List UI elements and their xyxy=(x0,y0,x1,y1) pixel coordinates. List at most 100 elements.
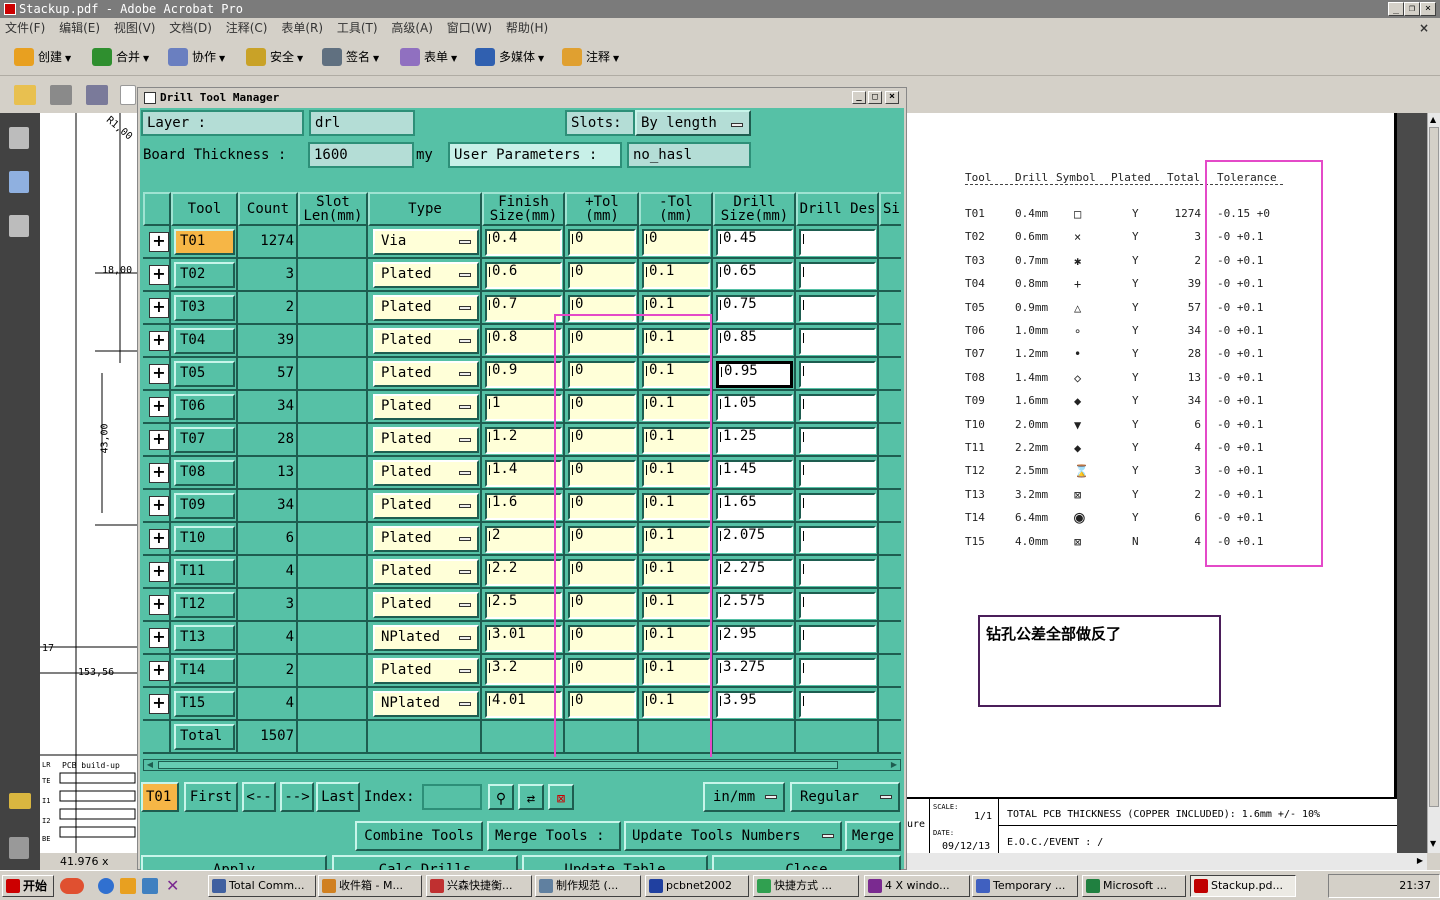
tool-button[interactable]: T15 xyxy=(174,691,235,717)
finish-size-input[interactable]: 1.6 xyxy=(485,493,562,520)
type-dropdown[interactable]: Plated xyxy=(373,427,479,453)
previous-button[interactable]: <-- xyxy=(242,782,276,812)
taskbar-item[interactable]: 4 X windo... xyxy=(864,875,970,897)
slots-dropdown[interactable]: By length xyxy=(635,110,751,136)
first-button[interactable]: First xyxy=(184,782,238,812)
drill-des-input[interactable] xyxy=(799,658,876,685)
drill-des-input[interactable] xyxy=(799,559,876,586)
type-dropdown[interactable]: Plated xyxy=(373,394,479,420)
type-dropdown[interactable]: Plated xyxy=(373,526,479,552)
drill-size-input[interactable]: 0.95 xyxy=(716,361,793,388)
scroll-thumb[interactable] xyxy=(1429,127,1439,807)
board-thickness-input[interactable]: 1600 xyxy=(308,142,414,168)
dialog-close-icon[interactable]: × xyxy=(885,91,899,104)
plus-tol-input[interactable]: 0 xyxy=(568,625,636,652)
expand-icon[interactable]: + xyxy=(149,595,169,615)
next-button[interactable]: --> xyxy=(280,782,314,812)
minus-tol-input[interactable]: 0.1 xyxy=(642,592,710,619)
taskbar-item[interactable]: 兴森快捷衡... xyxy=(426,875,532,897)
open-folder-icon[interactable] xyxy=(14,85,36,105)
type-dropdown[interactable]: NPlated xyxy=(373,691,479,717)
drill-size-input[interactable]: 1.25 xyxy=(716,427,793,454)
attachments-icon[interactable] xyxy=(9,837,29,859)
plus-tol-input[interactable]: 0 xyxy=(568,526,636,553)
dialog-maximize-icon[interactable]: □ xyxy=(868,91,882,104)
header-count[interactable]: Count xyxy=(238,192,298,226)
tool-button[interactable]: T07 xyxy=(174,427,235,453)
expand-icon[interactable]: + xyxy=(149,463,169,483)
restore-icon[interactable]: ❐ xyxy=(1404,2,1420,16)
drill-des-input[interactable] xyxy=(799,460,876,487)
minus-tol-input[interactable]: 0.1 xyxy=(642,658,710,685)
tool-button[interactable]: T02 xyxy=(174,262,235,288)
plus-tol-input[interactable]: 0 xyxy=(568,262,636,289)
tool-button[interactable]: T05 xyxy=(174,361,235,387)
expand-icon[interactable]: + xyxy=(149,661,169,681)
minus-tol-input[interactable]: 0.1 xyxy=(642,295,710,322)
taskbar-item[interactable]: 制作规范 (... xyxy=(535,875,641,897)
update-tools-numbers-dropdown[interactable]: Update Tools Numbers xyxy=(624,821,842,851)
drill-des-input[interactable] xyxy=(799,295,876,322)
drill-des-input[interactable] xyxy=(799,493,876,520)
scroll-down-icon[interactable]: ▼ xyxy=(1430,839,1436,848)
scroll-thumb[interactable] xyxy=(158,761,838,769)
drill-size-input[interactable]: 2.075 xyxy=(716,526,793,553)
layer-input[interactable]: drl xyxy=(309,110,415,136)
finish-size-input[interactable]: 0.4 xyxy=(485,229,562,256)
pages-icon[interactable] xyxy=(9,127,29,149)
expand-icon[interactable]: + xyxy=(149,529,169,549)
drill-size-input[interactable]: 3.275 xyxy=(716,658,793,685)
scroll-right-icon[interactable]: ▶ xyxy=(888,760,900,770)
expand-icon[interactable]: + xyxy=(149,694,169,714)
expand-icon[interactable]: + xyxy=(149,331,169,351)
header-minus-tol[interactable]: -Tol (mm) xyxy=(639,192,713,226)
finish-size-input[interactable]: 2.2 xyxy=(485,559,562,586)
menu-edit[interactable]: 编辑(E) xyxy=(54,18,105,38)
signatures-icon[interactable] xyxy=(9,215,29,237)
drill-des-input[interactable] xyxy=(799,394,876,421)
type-dropdown[interactable]: Plated xyxy=(373,361,479,387)
scroll-up-icon[interactable]: ▲ xyxy=(1430,115,1436,124)
minus-tol-input[interactable]: 0.1 xyxy=(642,691,710,718)
quicklaunch-icon[interactable] xyxy=(60,878,84,894)
plus-tol-input[interactable]: 0 xyxy=(568,295,636,322)
quicklaunch-icon[interactable] xyxy=(142,878,158,894)
minus-tol-input[interactable]: 0.1 xyxy=(642,328,710,355)
minus-tol-input[interactable]: 0.1 xyxy=(642,625,710,652)
tool-button[interactable]: T10 xyxy=(174,526,235,552)
drill-des-input[interactable] xyxy=(799,625,876,652)
type-dropdown[interactable]: Plated xyxy=(373,328,479,354)
close-icon[interactable]: × xyxy=(1420,2,1436,16)
merge-button[interactable]: Merge xyxy=(845,821,901,851)
taskbar-item[interactable]: 快捷方式 ... xyxy=(753,875,859,897)
menu-document[interactable]: 文档(D) xyxy=(164,18,217,38)
plus-tol-input[interactable]: 0 xyxy=(568,691,636,718)
menu-view[interactable]: 视图(V) xyxy=(109,18,161,38)
plus-tol-input[interactable]: 0 xyxy=(568,493,636,520)
drill-des-input[interactable] xyxy=(799,262,876,289)
collaborate-button[interactable]: 协作 ▼ xyxy=(166,46,225,68)
header-drill-des[interactable]: Drill Des xyxy=(796,192,879,226)
comment-button[interactable]: 注释 ▼ xyxy=(560,46,619,68)
header-plus-tol[interactable]: +Tol (mm) xyxy=(565,192,639,226)
save-icon[interactable] xyxy=(86,85,108,105)
drill-size-input[interactable]: 1.65 xyxy=(716,493,793,520)
tool-button[interactable]: T01 xyxy=(174,229,235,255)
drill-size-input[interactable]: 0.45 xyxy=(716,229,793,256)
drill-size-input[interactable]: 2.275 xyxy=(716,559,793,586)
drill-size-input[interactable]: 0.75 xyxy=(716,295,793,322)
dialog-minimize-icon[interactable]: _ xyxy=(852,91,866,104)
menu-advanced[interactable]: 高级(A) xyxy=(386,18,438,38)
expand-icon[interactable]: + xyxy=(149,232,169,252)
combine-tools-button[interactable]: Combine Tools xyxy=(355,821,483,851)
mode-dropdown[interactable]: Regular xyxy=(790,782,900,812)
annotation-note[interactable]: 钻孔公差全部做反了 xyxy=(978,615,1221,707)
plus-tol-input[interactable]: 0 xyxy=(568,460,636,487)
drill-des-input[interactable] xyxy=(799,361,876,388)
security-button[interactable]: 安全 ▼ xyxy=(244,46,303,68)
email-icon[interactable] xyxy=(120,85,136,105)
drill-size-input[interactable]: 0.65 xyxy=(716,262,793,289)
tool-button[interactable]: T11 xyxy=(174,559,235,585)
tool-button[interactable]: T06 xyxy=(174,394,235,420)
document-horizontal-scrollbar[interactable]: ▶ xyxy=(907,853,1427,870)
